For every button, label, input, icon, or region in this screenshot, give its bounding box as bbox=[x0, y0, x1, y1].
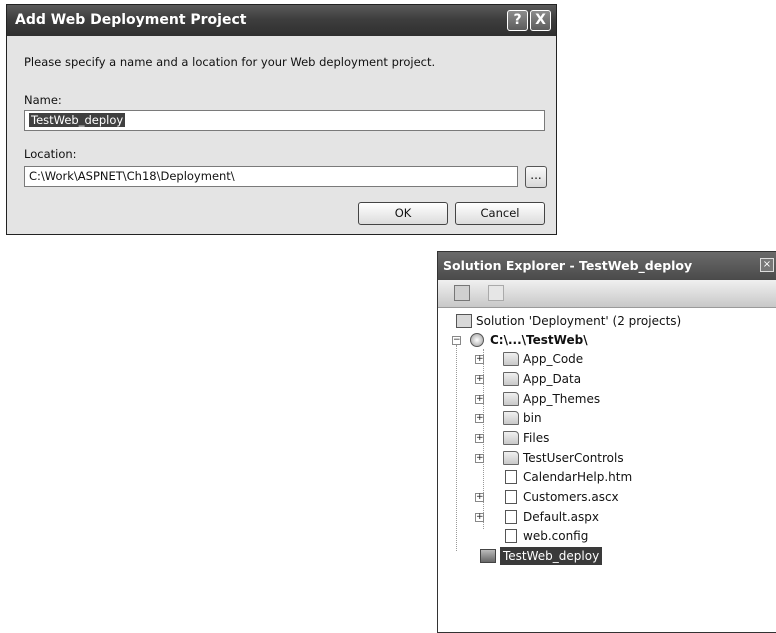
add-web-deployment-dialog: Add Web Deployment Project ? X Please sp… bbox=[6, 4, 557, 235]
expand-icon[interactable]: + bbox=[475, 493, 484, 502]
dialog-description: Please specify a name and a location for… bbox=[24, 55, 436, 69]
name-field[interactable]: TestWeb_deploy bbox=[24, 110, 545, 131]
solution-explorer-toolbar bbox=[438, 280, 776, 308]
expand-icon[interactable]: + bbox=[475, 434, 484, 443]
location-field-value: C:\Work\ASPNET\Ch18\Deployment\ bbox=[29, 169, 235, 183]
expand-icon[interactable]: + bbox=[475, 414, 484, 423]
folder-icon bbox=[503, 451, 519, 465]
help-button[interactable]: ? bbox=[507, 10, 528, 31]
properties-icon[interactable] bbox=[454, 285, 470, 301]
web-form-icon bbox=[505, 510, 517, 524]
tree-item-label: web.config bbox=[523, 529, 589, 543]
ok-button-label: OK bbox=[394, 206, 412, 220]
website-label: C:\...\TestWeb\ bbox=[490, 333, 588, 347]
expand-icon[interactable]: + bbox=[475, 513, 484, 522]
dialog-title-bar[interactable]: Add Web Deployment Project bbox=[7, 5, 556, 36]
deployment-project-label: TestWeb_deploy bbox=[500, 547, 603, 565]
config-file-icon bbox=[505, 529, 517, 543]
tree-item-label: Customers.ascx bbox=[523, 490, 619, 504]
app-themes-folder-icon bbox=[503, 392, 519, 406]
tree-item-label: App_Themes bbox=[523, 392, 601, 406]
expand-icon[interactable]: + bbox=[475, 395, 484, 404]
website-icon bbox=[470, 333, 484, 347]
bin-folder-icon bbox=[503, 411, 519, 425]
location-field[interactable]: C:\Work\ASPNET\Ch18\Deployment\ bbox=[24, 166, 518, 187]
tree-item-label: CalendarHelp.htm bbox=[523, 470, 633, 484]
tree-connector bbox=[456, 345, 457, 551]
browse-button-label: ... bbox=[530, 168, 542, 182]
help-icon: ? bbox=[513, 12, 522, 28]
expand-icon[interactable]: + bbox=[475, 454, 484, 463]
solution-icon bbox=[456, 314, 472, 328]
folder-icon bbox=[503, 431, 519, 445]
app-code-folder-icon bbox=[503, 352, 519, 366]
close-icon: × bbox=[762, 259, 772, 270]
tree-item-label: TestUserControls bbox=[523, 451, 624, 465]
close-icon: X bbox=[535, 12, 546, 28]
ok-button[interactable]: OK bbox=[358, 202, 448, 225]
name-label: Name: bbox=[24, 93, 62, 107]
tree-item-label: bin bbox=[523, 411, 542, 425]
close-button[interactable]: X bbox=[530, 10, 551, 31]
tree-item-label: App_Code bbox=[523, 352, 584, 366]
user-control-icon bbox=[505, 490, 517, 504]
tree-item-label: Files bbox=[523, 431, 550, 445]
tree-item-label: Default.aspx bbox=[523, 510, 599, 524]
solution-explorer-panel: Solution Explorer - TestWeb_deploy × Sol… bbox=[437, 251, 776, 633]
show-all-files-icon[interactable] bbox=[488, 285, 504, 301]
browse-button[interactable]: ... bbox=[525, 166, 547, 188]
tree-item-label: App_Data bbox=[523, 372, 582, 386]
solution-explorer-close-button[interactable]: × bbox=[760, 258, 774, 272]
expand-icon[interactable]: + bbox=[475, 355, 484, 364]
name-field-value: TestWeb_deploy bbox=[29, 113, 126, 127]
location-label: Location: bbox=[24, 147, 77, 161]
cancel-button[interactable]: Cancel bbox=[455, 202, 545, 225]
expand-icon[interactable]: + bbox=[475, 375, 484, 384]
app-data-folder-icon bbox=[503, 372, 519, 386]
deployment-project-icon bbox=[480, 549, 496, 563]
html-file-icon bbox=[505, 470, 517, 484]
solution-tree: Solution 'Deployment' (2 projects) − C:\… bbox=[438, 309, 776, 632]
solution-label: Solution 'Deployment' (2 projects) bbox=[476, 314, 682, 328]
solution-explorer-title-bar: Solution Explorer - TestWeb_deploy bbox=[438, 252, 776, 280]
solution-explorer-title: Solution Explorer - TestWeb_deploy bbox=[443, 258, 693, 273]
cancel-button-label: Cancel bbox=[480, 206, 520, 220]
collapse-icon[interactable]: − bbox=[452, 336, 461, 345]
dialog-title: Add Web Deployment Project bbox=[15, 12, 247, 28]
